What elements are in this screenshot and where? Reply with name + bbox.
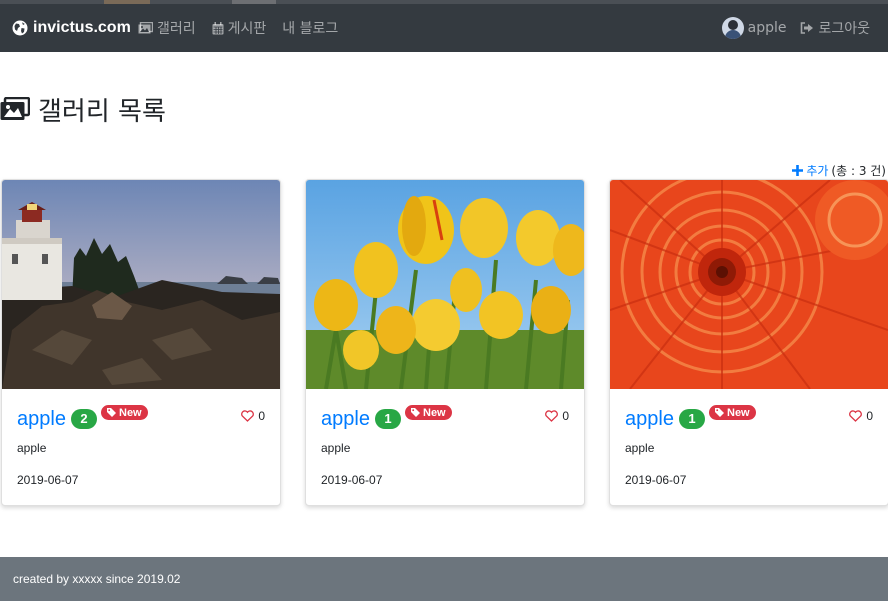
globe-icon — [12, 20, 28, 36]
user-name: apple — [747, 20, 787, 36]
sign-out-icon — [800, 22, 814, 34]
logout-label: 로그아웃 — [818, 21, 870, 37]
navbar: invictus.com 갤러리 게시판 내 블로그 apple 로그아웃 — [0, 4, 888, 52]
card-title[interactable]: apple 1 — [625, 406, 705, 432]
heart-icon[interactable] — [849, 410, 863, 422]
calendar-icon — [212, 21, 224, 35]
like-count: 0 — [545, 408, 569, 424]
comment-count-badge: 2 — [70, 409, 97, 429]
images-icon — [138, 22, 153, 34]
heart-icon[interactable] — [241, 410, 255, 422]
new-badge-label: New — [727, 406, 750, 419]
user-menu[interactable]: apple — [721, 17, 787, 39]
add-button[interactable]: 추가 — [792, 162, 828, 179]
like-count-value: 0 — [258, 409, 265, 423]
total-count: (총 : 3 건) — [831, 163, 886, 178]
card-title-text: apple — [17, 407, 66, 430]
gallery-summary: 추가 (총 : 3 건) — [792, 162, 886, 178]
nav-blog[interactable]: 내 블로그 — [282, 17, 338, 39]
new-badge-label: New — [119, 406, 142, 419]
like-count: 0 — [849, 408, 873, 424]
nav-gallery[interactable]: 갤러리 — [138, 17, 196, 39]
comment-count-badge: 1 — [374, 409, 401, 429]
footer: created by xxxxx since 2019.02 — [0, 557, 888, 601]
new-badge-label: New — [423, 406, 446, 419]
avatar — [721, 17, 744, 39]
card-date: 2019-06-07 — [17, 473, 79, 487]
nav-board-label: 게시판 — [227, 21, 267, 37]
gallery-card: apple 1 New 0 apple 2019-06-07 — [305, 179, 585, 506]
tag-icon — [715, 408, 724, 417]
new-badge: New — [709, 405, 756, 420]
new-badge: New — [101, 405, 148, 420]
card-title-text: apple — [321, 407, 370, 430]
gallery-card: apple 2 New 0 apple 2019-06-07 — [1, 179, 281, 506]
comment-count-badge: 1 — [678, 409, 705, 429]
like-count-value: 0 — [866, 409, 873, 423]
card-date: 2019-06-07 — [625, 473, 687, 487]
brand-link[interactable]: invictus.com — [12, 17, 131, 39]
card-description: apple — [17, 441, 47, 455]
card-title[interactable]: apple 1 — [321, 406, 401, 432]
gallery-card: apple 1 New 0 apple 2019-06-07 — [609, 179, 888, 506]
card-date: 2019-06-07 — [321, 473, 383, 487]
card-description: apple — [321, 441, 351, 455]
brand-name: invictus.com — [33, 19, 131, 36]
tag-icon — [411, 408, 420, 417]
logout-link[interactable]: 로그아웃 — [800, 17, 870, 39]
page-title-text: 갤러리 목록 — [38, 96, 166, 127]
heart-icon[interactable] — [545, 410, 559, 422]
add-label: 추가 — [806, 163, 829, 178]
images-icon — [0, 97, 30, 121]
card-title[interactable]: apple 2 — [17, 406, 97, 432]
nav-blog-label: 내 블로그 — [282, 21, 339, 37]
nav-gallery-label: 갤러리 — [157, 21, 196, 37]
tag-icon — [107, 408, 116, 417]
card-image-yellow-tulips[interactable] — [306, 180, 584, 389]
card-description: apple — [625, 441, 655, 455]
plus-icon — [792, 164, 804, 176]
card-image-lighthouse[interactable] — [2, 180, 280, 389]
card-title-text: apple — [625, 407, 674, 430]
nav-board[interactable]: 게시판 — [212, 17, 267, 39]
page-title: 갤러리 목록 — [0, 92, 166, 127]
card-image-orange-chrysanthemum[interactable] — [610, 180, 888, 389]
like-count: 0 — [241, 408, 265, 424]
like-count-value: 0 — [562, 409, 569, 423]
new-badge: New — [405, 405, 452, 420]
footer-text: created by xxxxx since 2019.02 — [13, 572, 181, 586]
